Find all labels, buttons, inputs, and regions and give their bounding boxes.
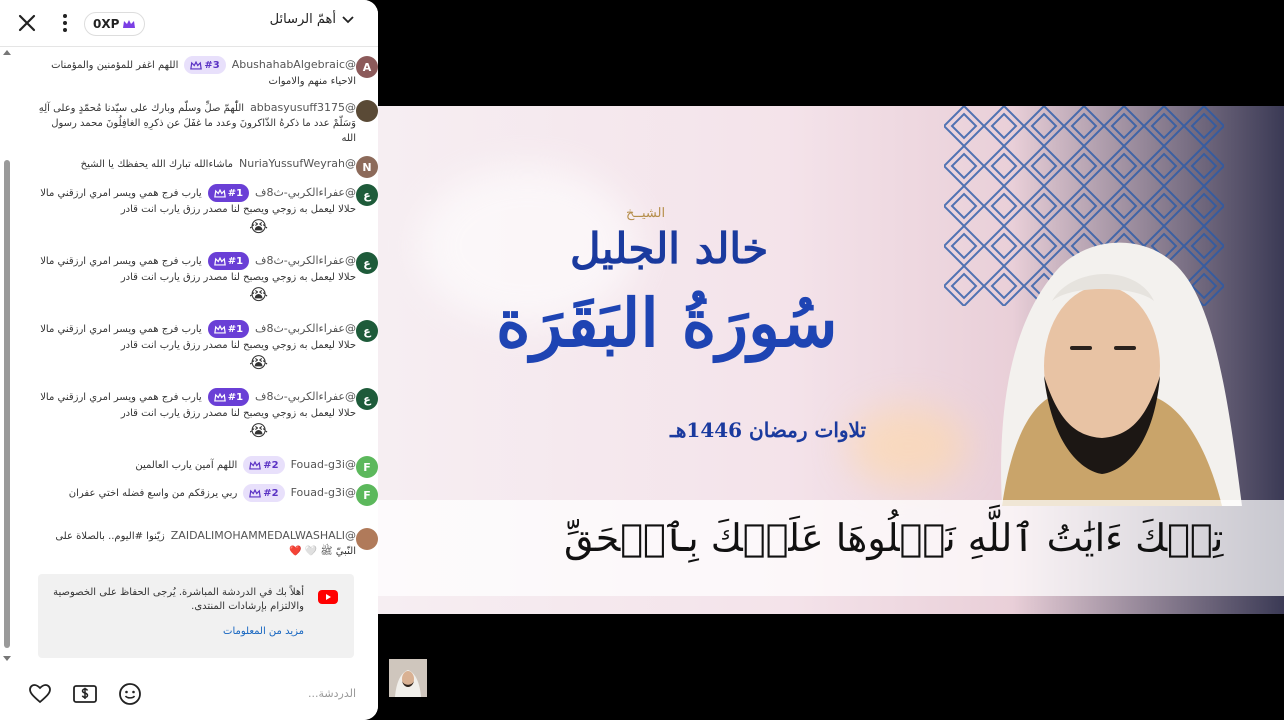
- chat-message: ع @عفراءالكربي-ث8ف #1 يارب فرج همي ويسر ام…: [36, 388, 378, 441]
- message-author[interactable]: @عفراءالكربي-ث8ف: [255, 254, 356, 267]
- chat-message: ع @عفراءالكربي-ث8ف #1 يارب فرج همي ويسر ام…: [36, 252, 378, 305]
- scroll-up-arrow[interactable]: [3, 50, 11, 55]
- message-text: ماشاءالله تبارك الله يحفظك يا الشيخ: [80, 159, 233, 170]
- message-text: ربي يرزقكم من واسع فضله اختي عفران: [68, 488, 238, 499]
- crown-icon: [249, 488, 262, 498]
- crown-icon: [123, 20, 136, 28]
- reciter-portrait: [1001, 242, 1242, 506]
- chat-message: @ZAIDALIMOHAMMEDALWASHALIزيّنوا #اليوم..…: [36, 528, 378, 559]
- avatar[interactable]: A: [356, 56, 378, 78]
- crown-icon: [249, 460, 262, 470]
- message-author[interactable]: @عفراءالكربي-ث8ف: [255, 322, 356, 335]
- message-author[interactable]: @ZAIDALIMOHAMMEDALWASHALI: [171, 529, 356, 542]
- chevron-down-icon: [342, 15, 354, 23]
- notice-text: أهلاً بك في الدردشة المباشرة. يُرجى الحف…: [53, 587, 304, 612]
- xp-counter[interactable]: 0XP: [84, 12, 146, 36]
- crown-icon: [190, 60, 203, 70]
- rank-badge: #3: [184, 56, 226, 74]
- chat-message: N @NuriaYussufWeyrah ماشاءالله تبارك الله…: [36, 156, 378, 178]
- message-emoji: 😭: [249, 353, 268, 372]
- avatar[interactable]: [356, 528, 378, 550]
- super-chat-icon[interactable]: [72, 682, 98, 706]
- chat-message: ع @عفراءالكربي-ث8ف #1 يارب فرج همي ويسر ام…: [36, 320, 378, 373]
- avatar[interactable]: N: [356, 156, 378, 178]
- message-author[interactable]: @NuriaYussufWeyrah: [239, 157, 356, 170]
- message-emoji: 😭: [249, 217, 268, 236]
- chat-message: ع @عفراءالكربي-ث8ف #1 يارب فرج همي ويسر ام…: [36, 184, 378, 237]
- recitation-subtitle: تلاوات رمضان 1446هـ: [670, 418, 867, 442]
- learn-more-link[interactable]: مزيد من المعلومات: [223, 626, 304, 637]
- scrollbar-thumb[interactable]: [4, 160, 10, 648]
- chat-welcome-notice: أهلاً بك في الدردشة المباشرة. يُرجى الحف…: [38, 574, 354, 658]
- verse-text: تِلۡكَ ءَايَٰتُ ٱللَّهِ نَتۡلُوهَا عَلَي…: [564, 516, 1224, 560]
- channel-thumbnail[interactable]: [389, 659, 427, 697]
- chat-message: F @Fouad-g3i #2 ربي يرزقكم من واسع فضله اخ…: [36, 484, 378, 506]
- rank-badge: #2: [243, 484, 285, 502]
- message-author[interactable]: @Fouad-g3i: [291, 486, 356, 499]
- crown-icon: [213, 392, 226, 402]
- more-options-icon[interactable]: [54, 10, 76, 36]
- chat-message: @abbasyusuff3175اللّٰهمّ صلِّ وسلّم وبار…: [36, 100, 378, 146]
- surah-title: سُورَةُ البَقَرَة: [496, 284, 838, 362]
- chat-mode-selector[interactable]: أهمّ الرسائل: [270, 12, 354, 27]
- youtube-icon: [318, 590, 338, 604]
- message-author[interactable]: @abbasyusuff3175: [250, 101, 356, 114]
- rank-badge: #1: [207, 320, 250, 338]
- heart-icon[interactable]: [28, 682, 52, 706]
- emoji-icon[interactable]: [118, 682, 142, 706]
- avatar[interactable]: F: [356, 456, 378, 478]
- scroll-down-arrow[interactable]: [3, 656, 11, 661]
- avatar[interactable]: ع: [356, 252, 378, 274]
- chat-input-bar: الدردشة...: [0, 672, 378, 720]
- crown-icon: [213, 188, 226, 198]
- chat-message: A @AbushahabAlgebraic #3 اللهم اغفر للمؤمن…: [36, 56, 378, 89]
- message-author[interactable]: @Fouad-g3i: [291, 458, 356, 471]
- message-author[interactable]: @عفراءالكربي-ث8ف: [255, 390, 356, 403]
- live-chat-panel: 0XP أهمّ الرسائل A @AbushahabAlgebraic #3…: [0, 0, 378, 720]
- avatar[interactable]: F: [356, 484, 378, 506]
- message-author[interactable]: @AbushahabAlgebraic: [232, 58, 356, 71]
- message-emoji: 😭: [249, 285, 268, 304]
- message-emoji: 😭: [249, 421, 268, 440]
- crown-icon: [213, 256, 226, 266]
- avatar[interactable]: ع: [356, 320, 378, 342]
- chat-mode-label: أهمّ الرسائل: [269, 12, 336, 27]
- chat-header: 0XP أهمّ الرسائل: [0, 0, 378, 47]
- avatar[interactable]: ع: [356, 184, 378, 206]
- video-player[interactable]: الشيــخ خالد الجليل سُورَةُ البَقَرَة تل…: [378, 106, 1284, 614]
- rank-badge: #1: [207, 252, 250, 270]
- close-icon[interactable]: [14, 10, 40, 36]
- avatar[interactable]: ع: [356, 388, 378, 410]
- chat-input[interactable]: الدردشة...: [156, 680, 356, 708]
- reciter-name: خالد الجليل: [570, 224, 769, 273]
- sheikh-label: الشيــخ: [626, 206, 666, 221]
- message-text: اللهم آمين يارب العالمين: [135, 460, 238, 471]
- rank-badge: #1: [207, 388, 250, 406]
- crown-icon: [213, 324, 226, 334]
- chat-message: F @Fouad-g3i #2 اللهم آمين يارب العالمين: [36, 456, 378, 478]
- rank-badge: #1: [207, 184, 250, 202]
- xp-value: 0XP: [93, 17, 120, 31]
- avatar[interactable]: [356, 100, 378, 122]
- rank-badge: #2: [243, 456, 285, 474]
- message-author[interactable]: @عفراءالكربي-ث8ف: [255, 186, 356, 199]
